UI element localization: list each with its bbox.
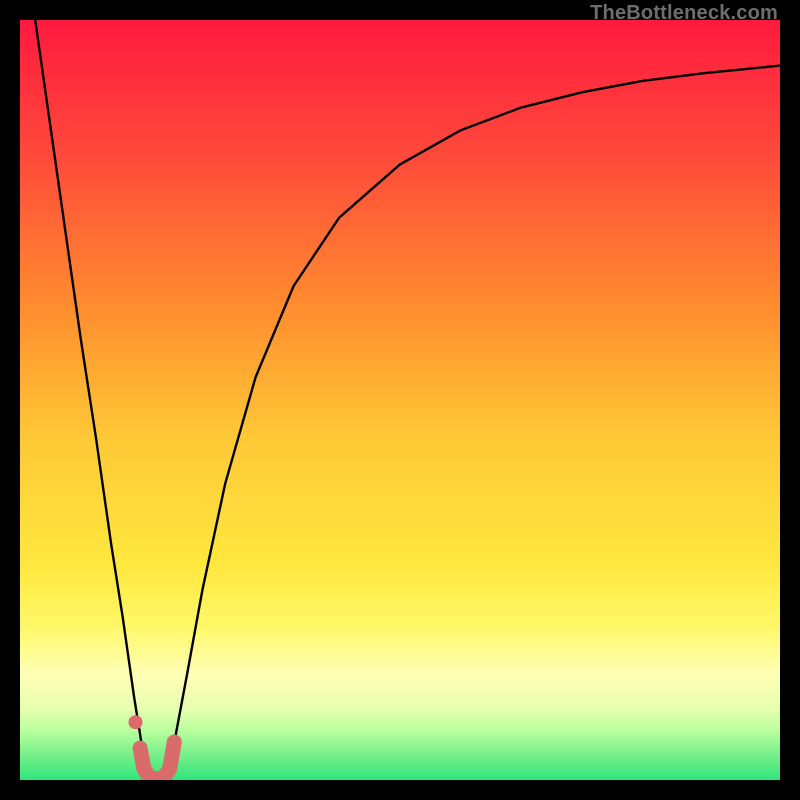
marker-dot-upper [129,715,143,729]
outer-frame: TheBottleneck.com [0,0,800,800]
chart-plot-area [20,20,780,780]
marker-dot-lower [133,741,147,755]
chart-background [20,20,780,780]
chart-svg [20,20,780,780]
